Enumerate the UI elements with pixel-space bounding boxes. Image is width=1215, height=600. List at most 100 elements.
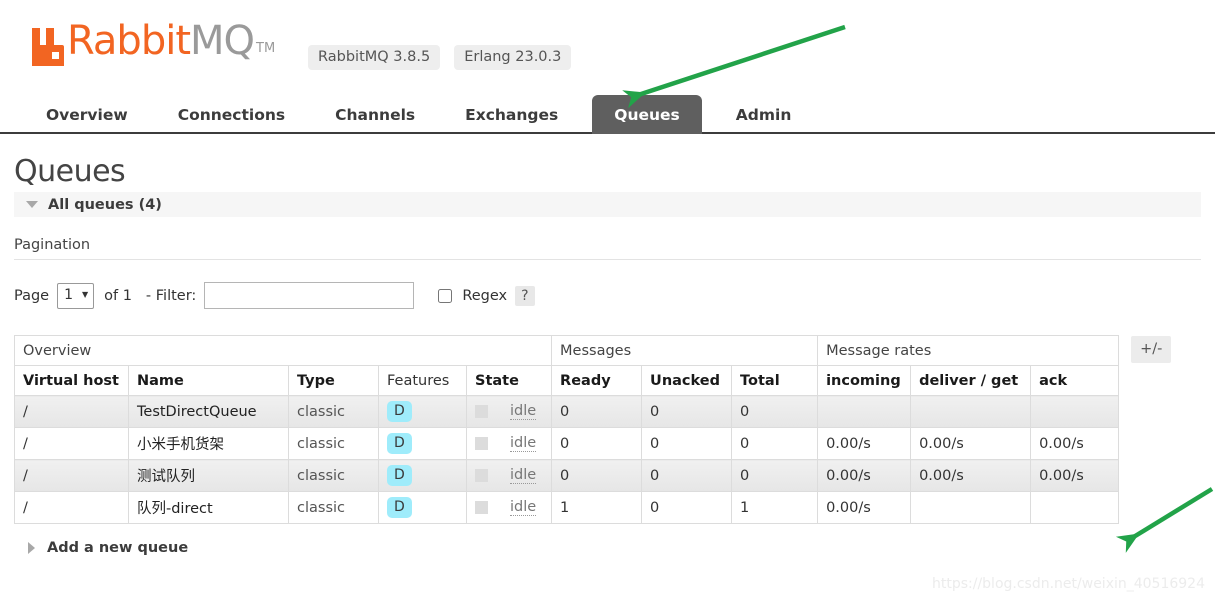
rabbitmq-logo[interactable]: RabbitMQ TM: [30, 18, 276, 70]
tab-exchanges[interactable]: Exchanges: [449, 96, 574, 134]
cell-type: classic: [288, 459, 379, 492]
cell-vhost: /: [14, 459, 129, 492]
cell-deliver-get: 0.00/s: [910, 459, 1032, 492]
cell-total: 1: [731, 491, 819, 524]
cell-incoming: [817, 395, 912, 428]
cell-state: idle: [465, 427, 553, 460]
col-total[interactable]: Total: [731, 365, 819, 396]
cell-vhost: /: [14, 491, 129, 524]
col-incoming[interactable]: incoming: [817, 365, 912, 396]
col-ack[interactable]: ack: [1030, 365, 1120, 396]
cell-unacked: 0: [641, 491, 733, 524]
cell-vhost: /: [14, 395, 129, 428]
state-indicator-icon: [475, 501, 488, 514]
cell-unacked: 0: [641, 427, 733, 460]
page-title: Queues: [14, 154, 126, 189]
cell-ready: 0: [551, 459, 643, 492]
table-column-header-row: Virtual host Name Type Features State Re…: [14, 365, 1120, 396]
page-select[interactable]: 1: [57, 282, 95, 309]
col-deliver-get[interactable]: deliver / get: [910, 365, 1032, 396]
cell-ack: 0.00/s: [1030, 427, 1120, 460]
tab-connections[interactable]: Connections: [162, 96, 301, 134]
cell-ready: 1: [551, 491, 643, 524]
cell-total: 0: [731, 395, 819, 428]
regex-label: Regex: [462, 287, 508, 304]
cell-queue-name[interactable]: 测试队列: [128, 459, 289, 492]
col-virtual-host[interactable]: Virtual host: [14, 365, 129, 396]
group-header-messages: Messages: [551, 335, 819, 366]
col-ready[interactable]: Ready: [551, 365, 643, 396]
cell-incoming: 0.00/s: [817, 427, 912, 460]
table-row[interactable]: / TestDirectQueue classic D idle 0 0 0: [14, 395, 1120, 428]
tab-queues[interactable]: Queues: [592, 95, 702, 134]
filter-label: - Filter:: [145, 287, 197, 304]
chevron-down-icon: [26, 201, 38, 208]
cell-vhost: /: [14, 427, 129, 460]
table-group-header-row: Overview Messages Message rates: [13, 335, 1120, 366]
cell-ack: 0.00/s: [1030, 459, 1120, 492]
state-label: idle: [510, 499, 537, 516]
durable-badge: D: [387, 401, 412, 422]
filter-input[interactable]: [204, 282, 415, 309]
cell-ack: [1030, 395, 1120, 428]
add-new-queue-toggle[interactable]: Add a new queue: [28, 540, 1201, 556]
cell-state: idle: [465, 395, 553, 428]
table-row[interactable]: / 测试队列 classic D idle 0 0 0 0.00/s 0.00/…: [14, 459, 1120, 492]
cell-ready: 0: [551, 427, 643, 460]
logo-text-mq: MQ: [190, 18, 255, 64]
state-indicator-icon: [475, 437, 488, 450]
cell-total: 0: [731, 459, 819, 492]
cell-features: D: [378, 459, 467, 492]
add-new-queue-label: Add a new queue: [47, 540, 189, 556]
regex-help-button[interactable]: ?: [515, 285, 535, 306]
cell-queue-name[interactable]: 队列-direct: [128, 491, 289, 524]
state-indicator-icon: [475, 405, 488, 418]
watermark-text: https://blog.csdn.net/weixin_40516924: [931, 576, 1205, 592]
col-type[interactable]: Type: [288, 365, 379, 396]
cell-state: idle: [465, 491, 553, 524]
page-of-label: of 1: [104, 287, 132, 304]
cell-total: 0: [731, 427, 819, 460]
table-row[interactable]: / 队列-direct classic D idle 1 0 1 0.00/s: [14, 491, 1120, 524]
cell-type: classic: [288, 395, 379, 428]
regex-checkbox[interactable]: [438, 288, 453, 303]
main-nav: Overview Connections Channels Exchanges …: [0, 95, 1215, 134]
pagination-heading: Pagination: [14, 237, 1201, 260]
state-label: idle: [510, 467, 537, 484]
tab-channels[interactable]: Channels: [319, 96, 431, 134]
cell-features: D: [378, 395, 467, 428]
cell-queue-name[interactable]: 小米手机货架: [128, 427, 289, 460]
page-body: Queues All queues (4) Pagination Page 1 …: [0, 140, 1215, 556]
cell-state: idle: [465, 459, 553, 492]
cell-queue-name[interactable]: TestDirectQueue: [128, 395, 289, 428]
col-name[interactable]: Name: [128, 365, 289, 396]
group-header-message-rates: Message rates: [817, 335, 1120, 366]
cell-ready: 0: [551, 395, 643, 428]
state-label: idle: [510, 403, 537, 420]
toggle-columns-button[interactable]: +/-: [1131, 336, 1172, 363]
rabbit-icon: [30, 26, 64, 68]
table-row[interactable]: / 小米手机货架 classic D idle 0 0 0 0.00/s 0.0…: [14, 427, 1120, 460]
col-features: Features: [378, 365, 467, 396]
queues-table: Overview Messages Message rates Virtual …: [13, 335, 1120, 524]
cell-type: classic: [288, 427, 379, 460]
cell-incoming: 0.00/s: [817, 459, 912, 492]
cell-features: D: [378, 427, 467, 460]
cell-ack: [1030, 491, 1120, 524]
tab-overview[interactable]: Overview: [30, 96, 144, 134]
col-state[interactable]: State: [465, 365, 553, 396]
col-unacked[interactable]: Unacked: [641, 365, 733, 396]
group-header-overview: Overview: [13, 335, 553, 366]
tab-admin[interactable]: Admin: [720, 96, 808, 134]
cell-unacked: 0: [641, 459, 733, 492]
logo-trademark: TM: [256, 41, 276, 56]
page-label: Page: [14, 287, 50, 304]
chevron-right-icon: [28, 542, 35, 554]
cell-deliver-get: 0.00/s: [910, 427, 1032, 460]
all-queues-section-toggle[interactable]: All queues (4): [14, 192, 1201, 217]
cell-incoming: 0.00/s: [817, 491, 912, 524]
queues-table-wrap: Overview Messages Message rates Virtual …: [13, 335, 1201, 524]
erlang-version-badge: Erlang 23.0.3: [454, 45, 572, 70]
pagination-controls: Page 1 of 1 - Filter: Regex ?: [14, 282, 1201, 309]
state-label: idle: [510, 435, 537, 452]
